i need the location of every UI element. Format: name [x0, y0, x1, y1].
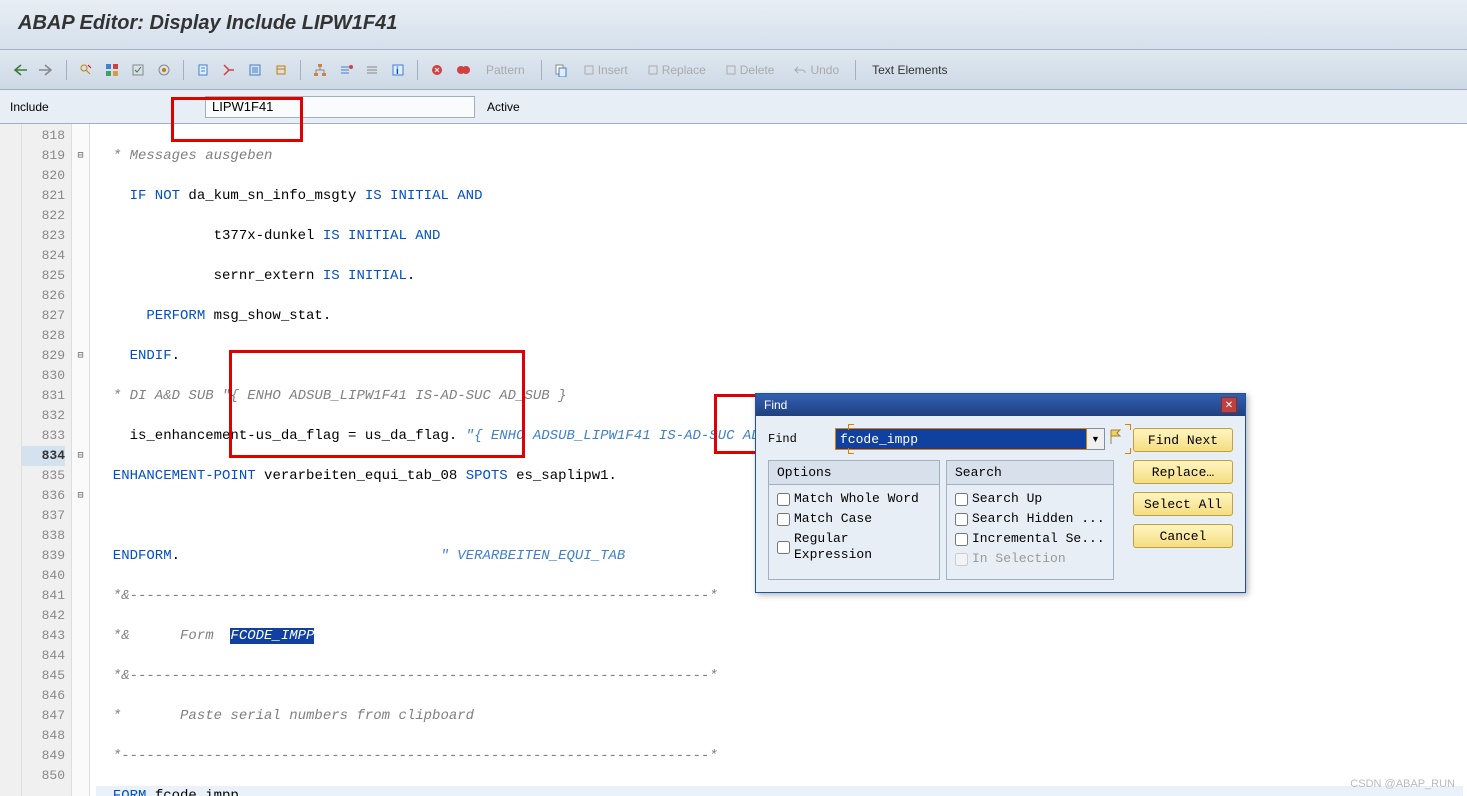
search-hidden-checkbox[interactable]: [955, 513, 968, 526]
hierarchy-icon[interactable]: [309, 59, 331, 81]
settings-icon[interactable]: [361, 59, 383, 81]
find-label: Find: [768, 432, 823, 446]
find-input[interactable]: [835, 428, 1087, 450]
pretty-printer-icon[interactable]: [550, 59, 572, 81]
back-icon[interactable]: [10, 59, 32, 81]
test-icon[interactable]: [192, 59, 214, 81]
replace-button[interactable]: Replace: [640, 61, 714, 79]
breakpoint-icon[interactable]: [335, 59, 357, 81]
check-icon[interactable]: [127, 59, 149, 81]
svg-text:i: i: [396, 66, 399, 77]
delete-button[interactable]: Delete: [718, 61, 783, 79]
regex-checkbox[interactable]: [777, 541, 790, 554]
include-label: Include: [10, 100, 205, 114]
search-title: Search: [947, 461, 1113, 485]
page-title: ABAP Editor: Display Include LIPW1F41: [18, 12, 1449, 35]
dropdown-icon[interactable]: ▼: [1087, 428, 1105, 450]
toolbar: i Pattern Insert Replace Delete Undo Tex…: [0, 50, 1467, 90]
display-list-icon[interactable]: [244, 59, 266, 81]
where-used-icon[interactable]: [218, 59, 240, 81]
find-dialog-title: Find: [764, 398, 787, 412]
undo-button[interactable]: Undo: [786, 61, 847, 79]
watermark: CSDN @ABAP_RUN: [1350, 778, 1455, 790]
fold-column[interactable]: ⊟⊟⊟⊟: [72, 124, 90, 796]
select-all-button[interactable]: Select All: [1133, 492, 1233, 516]
search-group: Search Search Up Search Hidden ... Incre…: [946, 460, 1114, 580]
display-change-icon[interactable]: [75, 59, 97, 81]
info-icon[interactable]: i: [387, 59, 409, 81]
cancel-button[interactable]: Cancel: [1133, 524, 1233, 548]
info-bar: Include LIPW1F41 Active: [0, 90, 1467, 124]
find-next-button[interactable]: Find Next: [1133, 428, 1233, 452]
match-case-checkbox[interactable]: [777, 513, 790, 526]
search-up-checkbox[interactable]: [955, 493, 968, 506]
replace-button[interactable]: Replace…: [1133, 460, 1233, 484]
status-label: Active: [487, 100, 520, 114]
object-directory-icon[interactable]: [270, 59, 292, 81]
incremental-checkbox[interactable]: [955, 533, 968, 546]
flag-icon[interactable]: [1109, 428, 1125, 450]
activate-icon[interactable]: [153, 59, 175, 81]
text-elements-button[interactable]: Text Elements: [864, 61, 955, 79]
title-bar: ABAP Editor: Display Include LIPW1F41: [0, 0, 1467, 50]
other-object-icon[interactable]: [101, 59, 123, 81]
set-breakpoint-icon[interactable]: [426, 59, 448, 81]
in-selection-checkbox: [955, 553, 968, 566]
pattern-button[interactable]: Pattern: [478, 61, 533, 79]
find-dialog: Find ✕ Find ▼ Options Match Whole: [755, 393, 1246, 593]
margin-column: [0, 124, 22, 796]
match-whole-word-checkbox[interactable]: [777, 493, 790, 506]
forward-icon[interactable]: [36, 59, 58, 81]
delete-breakpoint-icon[interactable]: [452, 59, 474, 81]
include-input[interactable]: LIPW1F41: [205, 96, 475, 118]
options-title: Options: [769, 461, 939, 485]
line-gutter: 8188198208218228238248258268278288298308…: [22, 124, 72, 796]
close-icon[interactable]: ✕: [1221, 397, 1237, 413]
options-group: Options Match Whole Word Match Case Regu…: [768, 460, 940, 580]
find-dialog-title-bar[interactable]: Find ✕: [756, 394, 1245, 416]
code-editor[interactable]: 8188198208218228238248258268278288298308…: [0, 124, 1467, 796]
insert-button[interactable]: Insert: [576, 61, 636, 79]
